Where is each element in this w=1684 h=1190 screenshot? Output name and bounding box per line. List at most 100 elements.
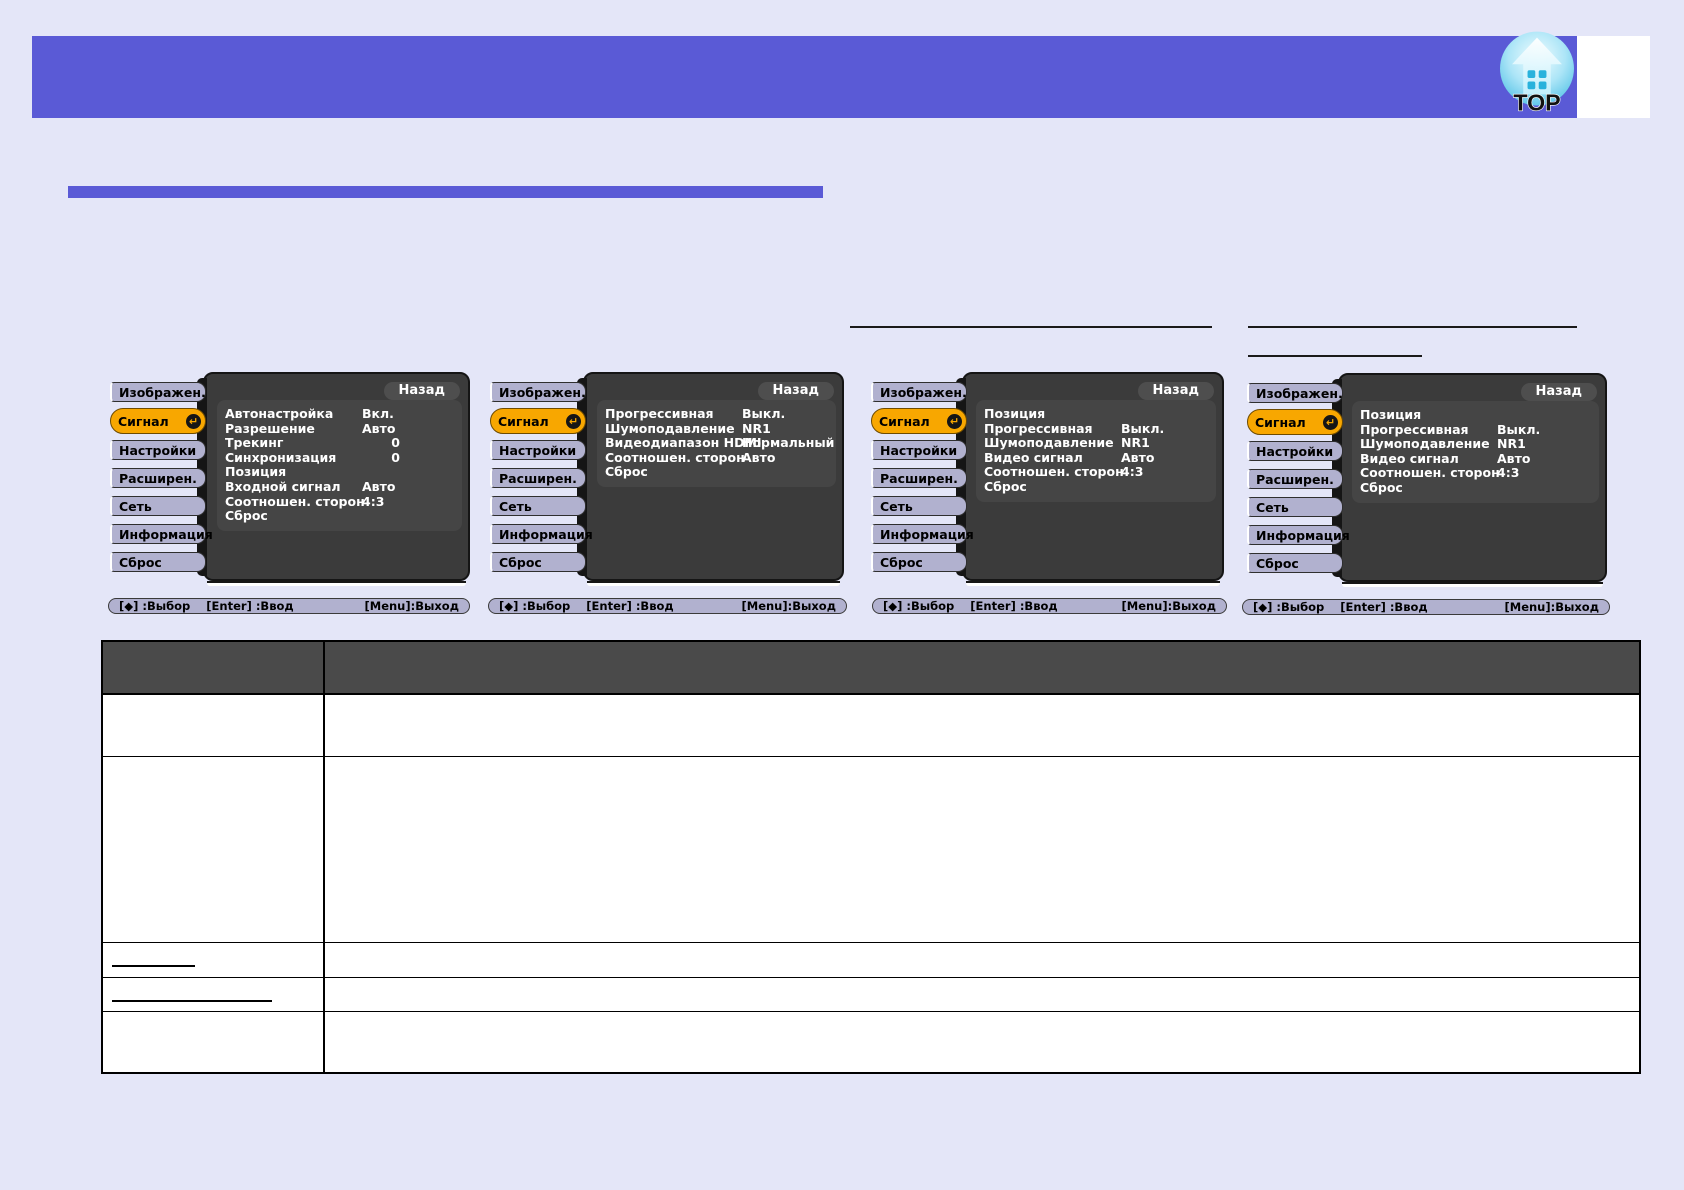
menu-row: Шумоподавление NR1 — [1360, 436, 1591, 451]
menu-row-label: Соотношен. сторон — [225, 494, 362, 509]
sidebar-tab: Информация ↵ — [110, 524, 206, 544]
sidebar-tab: Сеть ↵ — [490, 496, 586, 516]
menu-row-label: Позиция — [984, 406, 1121, 421]
menu-rows: Автонастройка Вкл. Разрешение Авто Треки… — [217, 400, 462, 531]
menu-row: Сброс — [1360, 480, 1591, 495]
menu-row-label: Шумоподавление — [605, 421, 742, 436]
sidebar-tab: Сброс ↵ — [1247, 553, 1343, 573]
table-cell-function — [325, 943, 1639, 977]
table-cell-submenu — [103, 1012, 325, 1072]
menu-row-value: NR1 — [1497, 436, 1526, 451]
status-select-hint: [◆] :Выбор — [119, 599, 190, 613]
sidebar-tab-label: Сеть — [1256, 500, 1289, 515]
menu-row: Шумоподавление NR1 — [984, 435, 1208, 450]
enter-icon: ↵ — [1323, 415, 1338, 430]
menu-row-value: Авто — [1121, 450, 1154, 465]
sidebar-tab: Сигнал ↵ — [110, 408, 206, 434]
status-bar: [◆] :Выбор [Enter] :Ввод [Menu]:Выход — [108, 598, 470, 614]
menu-row-label: Сброс — [984, 479, 1121, 494]
sidebar-tab: Информация ↵ — [1247, 525, 1343, 545]
sidebar-tab-label: Сеть — [119, 499, 152, 514]
sidebar-tab: Настройки ↵ — [871, 440, 967, 460]
sidebar-tab-label: Информация — [880, 527, 974, 542]
menu-row-value: 0 — [362, 435, 400, 450]
menu-row-value: Авто — [362, 421, 395, 436]
sidebar-tab-label: Сброс — [119, 555, 162, 570]
menu-row: Разрешение Авто — [225, 421, 454, 436]
table-cell-submenu — [103, 943, 325, 977]
sidebar-tab: Расширен. ↵ — [871, 468, 967, 488]
sidebar-tab-label: Изображен. — [119, 385, 206, 400]
menu-row: Видеодиапазон HDMI Нормальный — [605, 435, 828, 450]
sidebar-tab-label: Настройки — [1256, 444, 1333, 459]
menu-row-value: Авто — [1497, 451, 1530, 466]
panel-bottom-edge — [1342, 582, 1603, 587]
sidebar-tab: Изображен. ↵ — [871, 382, 967, 402]
sidebar-tab-label: Сигнал — [879, 414, 930, 429]
status-exit-hint: [Menu]:Выход — [365, 599, 460, 613]
table-row — [103, 1012, 1639, 1072]
menu-row-label: Шумоподавление — [984, 435, 1121, 450]
status-bar: [◆] :Выбор [Enter] :Ввод [Menu]:Выход — [488, 598, 847, 614]
menu-row: Соотношен. сторон Авто — [605, 450, 828, 465]
menu-row: Входной сигнал Авто — [225, 479, 454, 494]
table-cell-submenu — [103, 978, 325, 1011]
table-cell-function — [325, 757, 1639, 942]
status-enter-hint: [Enter] :Ввод — [1340, 600, 1427, 614]
sidebar-tab-label: Сброс — [1256, 556, 1299, 571]
sidebar-tab-label: Изображен. — [1256, 386, 1343, 401]
menu-row-value: Авто — [362, 479, 395, 494]
section-underline-2 — [1248, 326, 1577, 328]
sidebar-tab-label: Сброс — [499, 555, 542, 570]
menu-row-value: Выкл. — [1121, 421, 1164, 436]
menu-row-value: 4:3 — [1121, 464, 1143, 479]
status-bar: [◆] :Выбор [Enter] :Ввод [Menu]:Выход — [872, 598, 1227, 614]
sidebar-tabs: Изображен. ↵ Сигнал ↵ Настройки ↵ Расшир… — [110, 382, 206, 580]
sidebar-tab: Сеть ↵ — [1247, 497, 1343, 517]
status-bar: [◆] :Выбор [Enter] :Ввод [Menu]:Выход — [1242, 599, 1610, 615]
sidebar-tab: Информация ↵ — [871, 524, 967, 544]
sidebar-tab-label: Сброс — [880, 555, 923, 570]
link-underline[interactable] — [112, 1000, 272, 1002]
sidebar-tab-label: Настройки — [499, 443, 576, 458]
enter-icon: ↵ — [947, 414, 962, 429]
menu-row-label: Видео сигнал — [984, 450, 1121, 465]
sidebar-tab-label: Расширен. — [880, 471, 958, 486]
settings-table — [101, 640, 1641, 1074]
section-underline-1 — [850, 326, 1212, 328]
menu-row: Трекинг 0 — [225, 435, 454, 450]
sidebar-tab-label: Изображен. — [880, 385, 967, 400]
table-row — [103, 757, 1639, 943]
status-exit-hint: [Menu]:Выход — [742, 599, 837, 613]
table-cell-submenu — [103, 695, 325, 756]
table-cell-function — [325, 695, 1639, 756]
menu-row: Видео сигнал Авто — [1360, 451, 1591, 466]
menu-row: Сброс — [605, 464, 828, 479]
sidebar-tab: Расширен. ↵ — [110, 468, 206, 488]
menu-row-value: 4:3 — [1497, 465, 1519, 480]
top-button-label: TOP — [1513, 90, 1560, 116]
menu-row: Прогрессивная Выкл. — [984, 421, 1208, 436]
menu-rows: Позиция Прогрессивная Выкл. Шумоподавлен… — [976, 400, 1216, 502]
sidebar-tab: Сигнал ↵ — [1247, 409, 1343, 435]
sidebar-tab: Сброс ↵ — [871, 552, 967, 572]
top-button[interactable]: TOP — [1494, 28, 1580, 116]
menu-row-label: Разрешение — [225, 421, 362, 436]
sidebar-tab: Сигнал ↵ — [871, 408, 967, 434]
sidebar-tab-label: Сеть — [880, 499, 913, 514]
sidebar-tabs: Изображен. ↵ Сигнал ↵ Настройки ↵ Расшир… — [490, 382, 586, 580]
back-button: Назад — [384, 382, 460, 400]
sidebar-tab: Настройки ↵ — [1247, 441, 1343, 461]
sidebar-tab-label: Информация — [119, 527, 213, 542]
status-enter-hint: [Enter] :Ввод — [586, 599, 673, 613]
menu-row-label: Позиция — [1360, 407, 1497, 422]
menu-rows: Прогрессивная Выкл. Шумоподавление NR1 В… — [597, 400, 836, 487]
back-button: Назад — [758, 382, 834, 400]
sidebar-tab-label: Настройки — [880, 443, 957, 458]
panel-bottom-edge — [587, 581, 840, 586]
sidebar-tab: Сброс ↵ — [110, 552, 206, 572]
sidebar-tab: Сброс ↵ — [490, 552, 586, 572]
link-underline[interactable] — [112, 965, 195, 967]
sidebar-tab-label: Изображен. — [499, 385, 586, 400]
status-exit-hint: [Menu]:Выход — [1122, 599, 1217, 613]
